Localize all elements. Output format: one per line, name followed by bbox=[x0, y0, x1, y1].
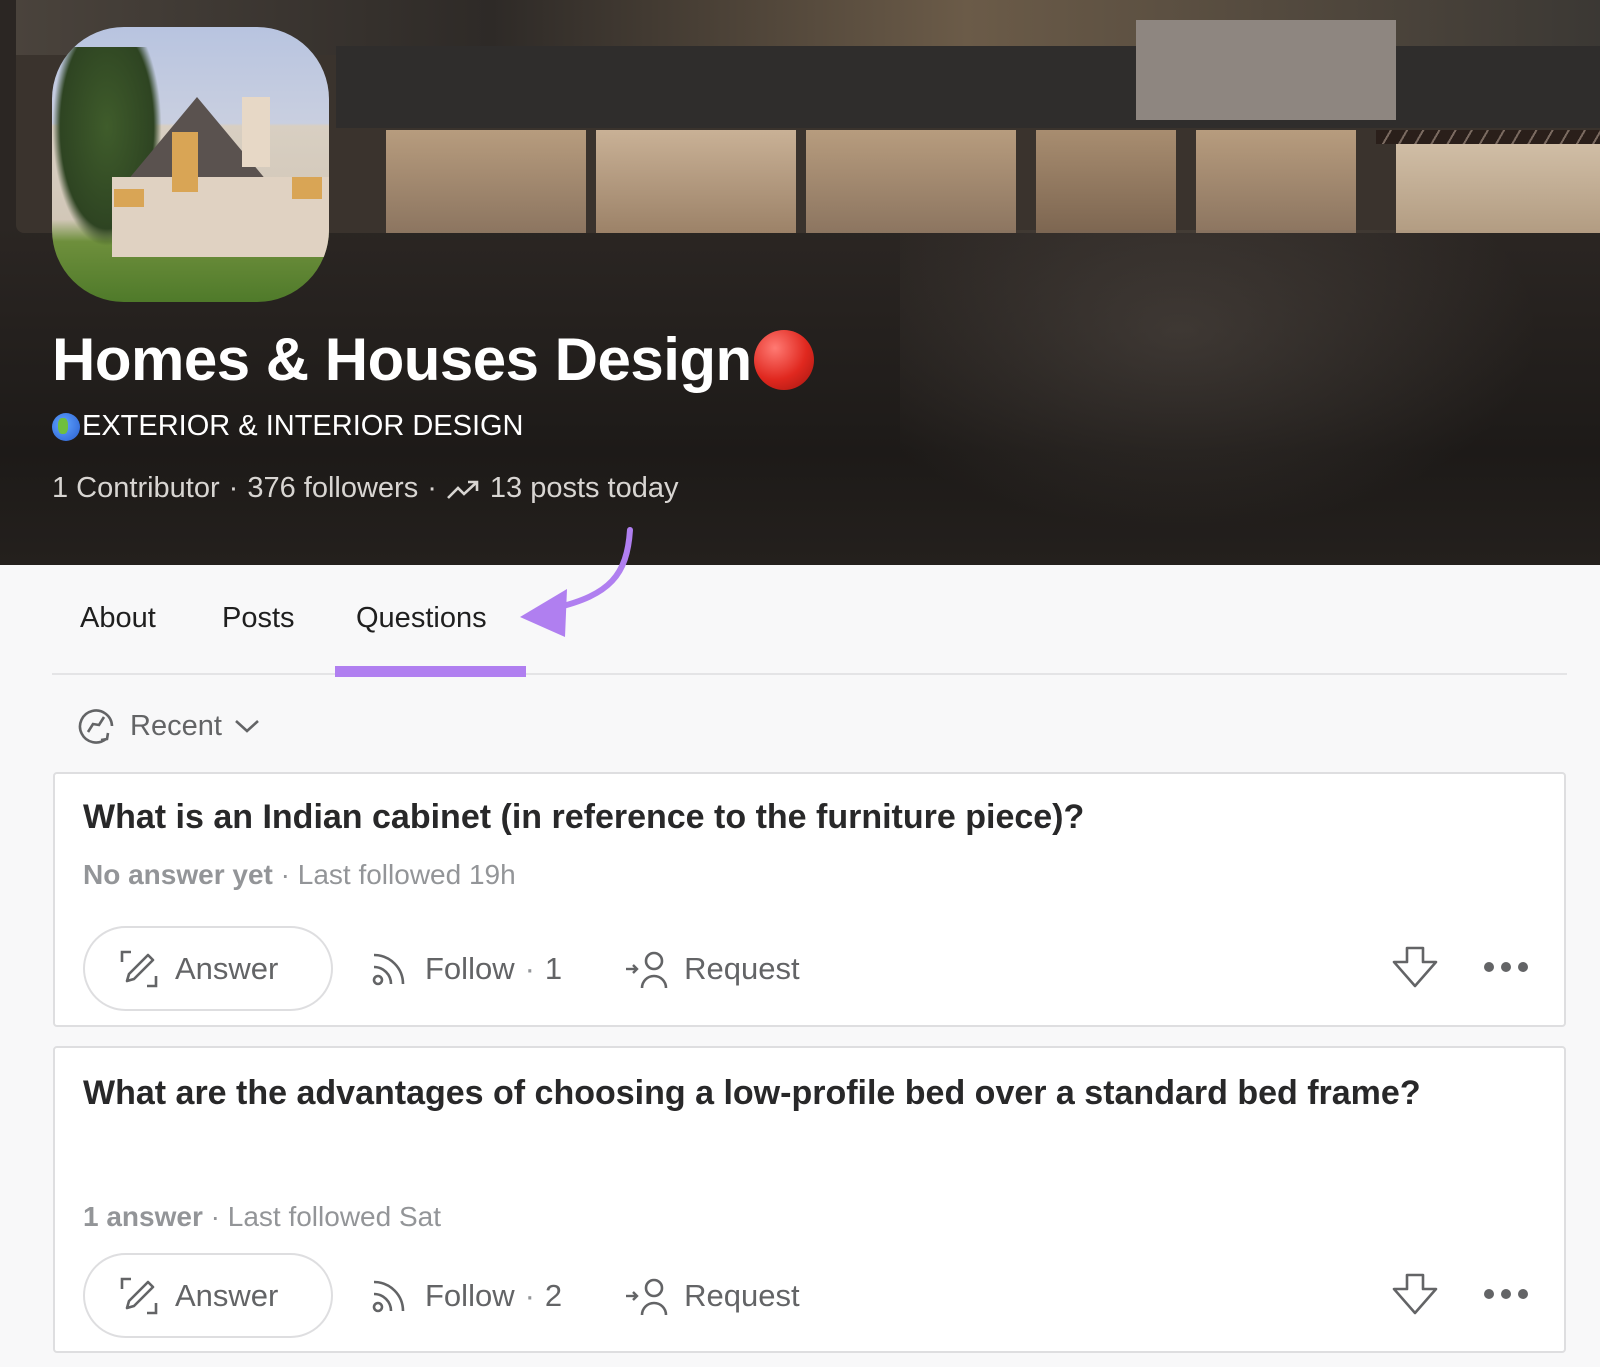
tab-posts[interactable]: Posts bbox=[222, 602, 295, 635]
sort-dropdown[interactable]: Recent bbox=[78, 707, 260, 745]
active-tab-indicator bbox=[335, 666, 526, 677]
separator: · bbox=[228, 472, 239, 504]
follow-label: Follow bbox=[425, 1277, 515, 1313]
answer-label: Answer bbox=[175, 950, 279, 986]
separator: · bbox=[524, 1277, 535, 1313]
answer-label: Answer bbox=[175, 1277, 279, 1313]
follow-rss-icon bbox=[372, 1280, 405, 1312]
clock-refresh-icon bbox=[78, 709, 114, 744]
space-name: Homes & Houses Design bbox=[52, 326, 752, 393]
answer-status[interactable]: No answer yet bbox=[83, 859, 273, 890]
red-circle-icon bbox=[753, 329, 814, 390]
answer-button[interactable]: Answer bbox=[83, 1253, 333, 1338]
tagline-text: EXTERIOR & INTERIOR DESIGN bbox=[82, 410, 524, 442]
space-tabs: About Posts Questions bbox=[52, 590, 1567, 675]
space-header: Homes & Houses Design EXTERIOR & INTERIO… bbox=[0, 0, 1600, 565]
request-user-icon bbox=[626, 951, 668, 988]
last-followed: Last followed Sat bbox=[227, 1201, 441, 1232]
more-options-button[interactable] bbox=[1484, 962, 1528, 972]
space-title: Homes & Houses Design bbox=[52, 325, 814, 394]
separator: · bbox=[427, 472, 437, 504]
space-stats: 1 Contributor · 376 followers · 13 posts… bbox=[52, 472, 679, 505]
downvote-icon[interactable] bbox=[1392, 946, 1438, 988]
follow-label: Follow bbox=[425, 950, 515, 986]
request-user-icon bbox=[626, 1278, 668, 1315]
separator: · bbox=[524, 950, 535, 986]
last-followed: Last followed 19h bbox=[297, 859, 516, 890]
request-label: Request bbox=[684, 1277, 800, 1313]
tab-about[interactable]: About bbox=[80, 602, 156, 635]
space-tagline: EXTERIOR & INTERIOR DESIGN bbox=[52, 410, 524, 443]
question-title[interactable]: What are the advantages of choosing a lo… bbox=[83, 1062, 1483, 1125]
separator: · bbox=[210, 1201, 220, 1232]
sort-label: Recent bbox=[130, 709, 222, 742]
contributors-link[interactable]: 1 Contributor bbox=[52, 472, 220, 505]
edit-icon bbox=[120, 1277, 158, 1314]
request-button[interactable]: Request bbox=[624, 1276, 800, 1316]
follow-count: 2 bbox=[544, 1277, 563, 1313]
posts-today: 13 posts today bbox=[489, 472, 679, 504]
question-actions: Answer Follow · 1 Request bbox=[83, 926, 800, 1011]
follow-button[interactable]: Follow · 2 bbox=[369, 1276, 562, 1316]
edit-icon bbox=[120, 950, 158, 987]
answer-button[interactable]: Answer bbox=[83, 926, 333, 1011]
more-options-button[interactable] bbox=[1484, 1289, 1528, 1299]
tab-questions[interactable]: Questions bbox=[356, 602, 487, 635]
question-title[interactable]: What is an Indian cabinet (in reference … bbox=[83, 786, 1483, 849]
question-meta: No answer yet · Last followed 19h bbox=[83, 859, 516, 891]
answer-status[interactable]: 1 answer bbox=[83, 1201, 203, 1232]
request-label: Request bbox=[684, 950, 800, 986]
trending-up-icon bbox=[446, 480, 479, 499]
question-actions: Answer Follow · 2 Request bbox=[83, 1253, 800, 1338]
follow-button[interactable]: Follow · 1 bbox=[369, 949, 562, 989]
request-button[interactable]: Request bbox=[624, 949, 800, 989]
space-avatar[interactable] bbox=[52, 27, 329, 302]
question-card: What is an Indian cabinet (in reference … bbox=[53, 772, 1566, 1027]
followers-link[interactable]: 376 followers bbox=[247, 472, 418, 505]
follow-count: 1 bbox=[544, 950, 563, 986]
downvote-icon[interactable] bbox=[1392, 1273, 1438, 1315]
question-card: What are the advantages of choosing a lo… bbox=[53, 1046, 1566, 1353]
globe-icon bbox=[52, 412, 80, 441]
separator: · bbox=[280, 859, 290, 890]
chevron-down-icon bbox=[235, 720, 259, 733]
question-meta: 1 answer · Last followed Sat bbox=[83, 1201, 441, 1233]
follow-rss-icon bbox=[372, 953, 405, 985]
